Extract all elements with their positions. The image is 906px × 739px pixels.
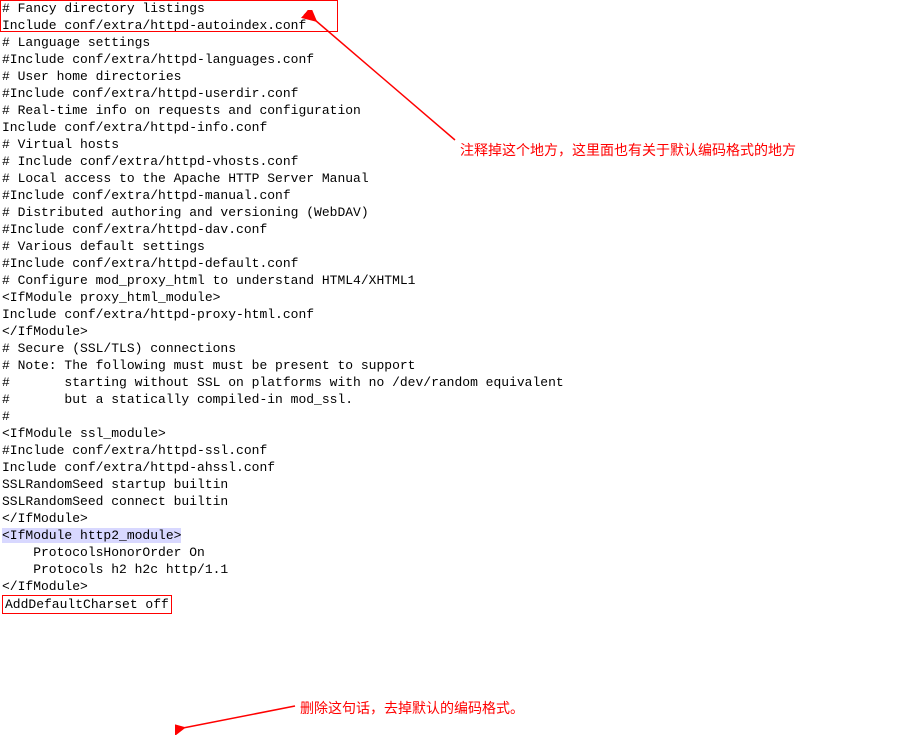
code-line: SSLRandomSeed startup builtin xyxy=(0,476,906,493)
code-line: #Include conf/extra/httpd-dav.conf xyxy=(0,221,906,238)
code-line: SSLRandomSeed connect builtin xyxy=(0,493,906,510)
code-line: #Include conf/extra/httpd-default.conf xyxy=(0,255,906,272)
code-line: </IfModule> xyxy=(0,578,906,595)
annotation-top: 注释掉这个地方，这里面也有关于默认编码格式的地方 xyxy=(460,140,796,160)
highlight-box-top xyxy=(0,0,338,32)
code-line: # Note: The following must must be prese… xyxy=(0,357,906,374)
code-line: # Local access to the Apache HTTP Server… xyxy=(0,170,906,187)
highlight-box-bottom: AddDefaultCharset off xyxy=(2,595,172,614)
code-line: AddDefaultCharset off xyxy=(0,595,906,614)
code-line-selected: <IfModule http2_module> xyxy=(0,527,906,544)
code-line: Protocols h2 h2c http/1.1 xyxy=(0,561,906,578)
code-line: # starting without SSL on platforms with… xyxy=(0,374,906,391)
code-line: #Include conf/extra/httpd-languages.conf xyxy=(0,51,906,68)
code-line: #Include conf/extra/httpd-manual.conf xyxy=(0,187,906,204)
code-block: # Fancy directory listings Include conf/… xyxy=(0,0,906,614)
code-line: # User home directories xyxy=(0,68,906,85)
code-line: Include conf/extra/httpd-ahssl.conf xyxy=(0,459,906,476)
code-line: # Various default settings xyxy=(0,238,906,255)
code-line: # xyxy=(0,408,906,425)
code-line: # Real-time info on requests and configu… xyxy=(0,102,906,119)
code-line: # but a statically compiled-in mod_ssl. xyxy=(0,391,906,408)
code-line: </IfModule> xyxy=(0,510,906,527)
code-line: <IfModule proxy_html_module> xyxy=(0,289,906,306)
code-line: <IfModule ssl_module> xyxy=(0,425,906,442)
code-line: Include conf/extra/httpd-info.conf xyxy=(0,119,906,136)
code-line: ProtocolsHonorOrder On xyxy=(0,544,906,561)
code-line: # Configure mod_proxy_html to understand… xyxy=(0,272,906,289)
code-line: # Secure (SSL/TLS) connections xyxy=(0,340,906,357)
code-line: # Language settings xyxy=(0,34,906,51)
annotation-bottom: 删除这句话，去掉默认的编码格式。 xyxy=(300,698,524,718)
code-line: #Include conf/extra/httpd-ssl.conf xyxy=(0,442,906,459)
code-line: Include conf/extra/httpd-proxy-html.conf xyxy=(0,306,906,323)
code-line: </IfModule> xyxy=(0,323,906,340)
code-line: #Include conf/extra/httpd-userdir.conf xyxy=(0,85,906,102)
code-line: # Distributed authoring and versioning (… xyxy=(0,204,906,221)
arrow-bottom-icon xyxy=(175,700,300,735)
